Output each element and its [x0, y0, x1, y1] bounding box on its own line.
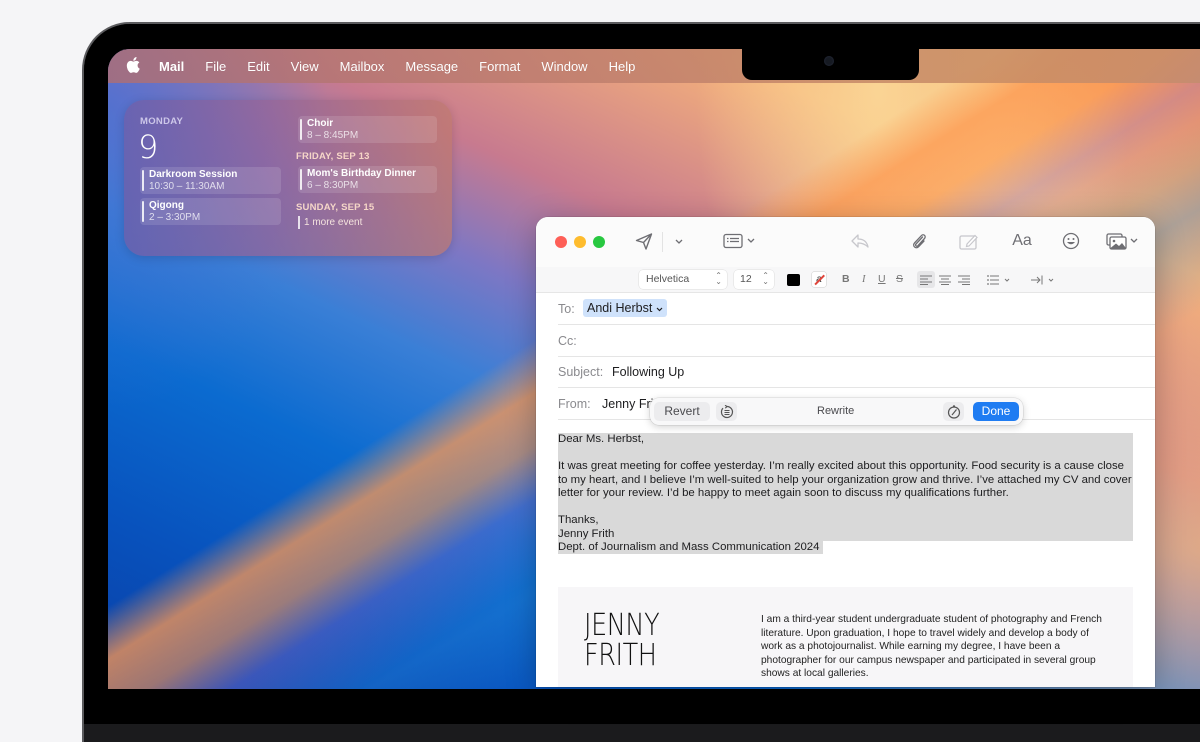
attachment-icon[interactable] [908, 230, 930, 252]
emoji-icon[interactable] [1060, 230, 1082, 252]
list-style-icon[interactable] [986, 271, 1014, 288]
revert-button[interactable]: Revert [654, 402, 710, 421]
align-right-icon[interactable] [955, 271, 973, 288]
more-events-link[interactable]: 1 more event [298, 216, 362, 229]
event-time: 6 – 8:30PM [307, 180, 359, 191]
photo-browser-icon[interactable] [1106, 230, 1140, 252]
event-title: Qigong [149, 200, 184, 211]
bold-button[interactable]: B [842, 272, 850, 287]
chevron-down-icon [656, 307, 663, 312]
compose-toolbar: Aa [536, 217, 1155, 267]
camera-notch [742, 49, 919, 80]
calendar-widget[interactable]: MONDAY 9 Darkroom Session 10:30 – 11:30A… [124, 100, 452, 256]
event-title: Mom's Birthday Dinner [307, 168, 417, 179]
recipient-chip[interactable]: Andi Herbst [583, 299, 667, 317]
apple-logo-icon[interactable] [126, 57, 140, 73]
font-format-icon[interactable]: Aa [1010, 230, 1034, 252]
calendar-event[interactable]: Choir 8 – 8:45PM [298, 116, 437, 143]
toolbar-separator [662, 232, 663, 252]
widget-date: 9 [138, 128, 159, 166]
menu-window[interactable]: Window [541, 59, 587, 74]
menu-mail[interactable]: Mail [159, 59, 184, 74]
close-button[interactable] [555, 236, 567, 248]
menu-bar: Mail File Edit View Mailbox Message Form… [108, 49, 1200, 83]
sunday-header: SUNDAY, SEP 15 [296, 202, 375, 213]
event-title: Darkroom Session [149, 169, 238, 180]
stepper-arrows-icon: ⌃ ⌄ [762, 271, 769, 286]
signature-dept: Dept. of Journalism and Mass Communicati… [558, 541, 820, 553]
indent-icon[interactable] [1030, 271, 1058, 288]
align-left-icon[interactable] [917, 271, 935, 288]
cv-name-line2: FRITH [584, 638, 657, 673]
calendar-event[interactable]: Qigong 2 – 3:30PM [140, 198, 281, 225]
event-time: 10:30 – 11:30AM [149, 181, 225, 192]
markup-icon[interactable] [958, 230, 980, 252]
font-family-select[interactable]: Helvetica ⌃ ⌄ [639, 270, 727, 289]
minimize-button[interactable] [574, 236, 586, 248]
greeting: Dear Ms. Herbst, [558, 433, 645, 445]
menu-help[interactable]: Help [609, 59, 636, 74]
subject-label: Subject: [558, 365, 604, 379]
font-family-value: Helvetica [646, 273, 690, 285]
text-color-swatch[interactable] [787, 274, 800, 286]
event-title: Choir [307, 118, 334, 129]
menu-view[interactable]: View [291, 59, 319, 74]
highlight-color-button[interactable]: a [812, 272, 826, 287]
to-label: To: [558, 302, 575, 316]
summary-cycle-icon[interactable] [716, 402, 737, 421]
reply-icon[interactable] [849, 230, 871, 252]
from-label: From: [558, 397, 591, 411]
stepper-arrows-icon: ⌃ ⌄ [715, 271, 722, 286]
widget-day-name: MONDAY [140, 116, 184, 127]
menu-message[interactable]: Message [405, 59, 458, 74]
subject-value: Following Up [612, 365, 685, 379]
italic-button[interactable]: I [862, 272, 866, 287]
calendar-event[interactable]: Darkroom Session 10:30 – 11:30AM [140, 167, 281, 194]
menu-format[interactable]: Format [479, 59, 520, 74]
strikethrough-button[interactable]: S [896, 272, 903, 287]
signoff: Thanks, [558, 514, 599, 526]
menu-mailbox[interactable]: Mailbox [340, 59, 385, 74]
cv-name-line1: JENNY [584, 608, 660, 643]
header-fields-icon[interactable] [723, 230, 757, 252]
rewrite-compass-icon[interactable] [943, 402, 964, 421]
align-center-icon[interactable] [936, 271, 954, 288]
cv-bio: I am a third-year student undergraduate … [761, 614, 1102, 679]
body-paragraph: It was great meeting for coffee yesterda… [558, 460, 1132, 499]
format-bar: Helvetica ⌃ ⌄ 12 ⌃ ⌄ a B I U S [536, 267, 1155, 293]
event-time: 2 – 3:30PM [149, 212, 201, 223]
message-body[interactable]: Dear Ms. Herbst, It was great meeting fo… [558, 433, 1133, 555]
cc-label: Cc: [558, 334, 577, 348]
signature-name: Jenny Frith [558, 527, 615, 540]
font-size-value: 12 [740, 273, 752, 285]
menu-edit[interactable]: Edit [247, 59, 269, 74]
camera-icon [824, 56, 834, 66]
send-icon[interactable] [633, 230, 655, 252]
rewrite-title: Rewrite [817, 405, 855, 417]
send-options-chevron-icon[interactable] [672, 230, 686, 252]
rewrite-toolbar: Revert Rewrite Done [650, 398, 1023, 425]
font-size-select[interactable]: 12 ⌃ ⌄ [734, 270, 774, 289]
friday-header: FRIDAY, SEP 13 [296, 151, 370, 162]
menu-file[interactable]: File [205, 59, 226, 74]
to-field[interactable]: To: Andi Herbst [558, 293, 1155, 325]
compose-window: Aa Helvetica ⌃ ⌄ 12 ⌃ ⌄ a B I U S To: An… [536, 217, 1155, 687]
calendar-event[interactable]: Mom's Birthday Dinner 6 – 8:30PM [298, 166, 437, 193]
cc-field[interactable]: Cc: [558, 325, 1155, 357]
subject-field[interactable]: Subject: Following Up [558, 356, 1155, 388]
zoom-button[interactable] [593, 236, 605, 248]
cv-attachment-preview[interactable]: JENNY FRITH I am a third-year student un… [558, 587, 1133, 687]
recipient-name: Andi Herbst [587, 301, 653, 315]
underline-button[interactable]: U [878, 272, 886, 287]
done-button[interactable]: Done [973, 402, 1019, 421]
cv-name: JENNY FRITH [584, 608, 660, 673]
event-time: 8 – 8:45PM [307, 130, 359, 141]
